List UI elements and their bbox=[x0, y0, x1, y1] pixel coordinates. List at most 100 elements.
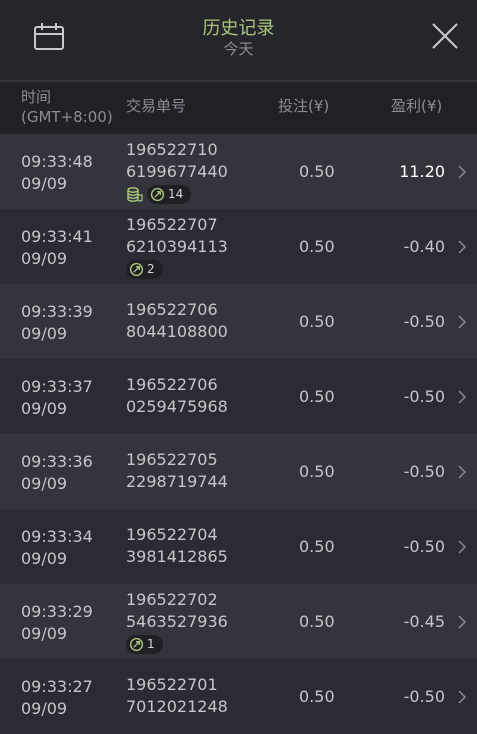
row-order-part1: 196522701 bbox=[126, 675, 218, 694]
row-time-cell: 09:33:27 09/09 bbox=[21, 676, 93, 720]
row-time: 09:33:34 bbox=[21, 527, 93, 546]
chevron-right-icon bbox=[458, 165, 467, 179]
row-order-part1: 196522707 bbox=[126, 215, 218, 234]
coin-stack-icon bbox=[127, 187, 143, 202]
row-time-cell: 09:33:48 09/09 bbox=[21, 151, 93, 195]
row-time: 09:33:37 bbox=[21, 377, 93, 396]
row-time: 09:33:27 bbox=[21, 677, 93, 696]
chevron-right-icon bbox=[458, 465, 467, 479]
row-order-part2: 2298719744 bbox=[126, 472, 228, 491]
badge-count: 14 bbox=[168, 187, 184, 201]
row-order-part1: 196522706 bbox=[126, 300, 218, 319]
spin-icon bbox=[150, 187, 165, 201]
row-order-cell: 196522701 7012021248 bbox=[126, 674, 228, 718]
history-row[interactable]: 09:33:27 09/09 196522701 7012021248 0.50… bbox=[0, 659, 477, 734]
row-time-cell: 09:33:29 09/09 bbox=[21, 601, 93, 645]
row-bet: 0.50 bbox=[299, 387, 335, 406]
row-time-cell: 09:33:36 09/09 bbox=[21, 451, 93, 495]
row-order-part1: 196522704 bbox=[126, 525, 218, 544]
column-profit: 盈利(¥) bbox=[391, 97, 443, 115]
row-date: 09/09 bbox=[21, 474, 68, 493]
row-badges: 2 bbox=[126, 259, 228, 279]
history-row[interactable]: 09:33:39 09/09 196522706 8044108800 0.50… bbox=[0, 284, 477, 359]
row-profit: -0.50 bbox=[403, 687, 445, 706]
row-badges: 1 bbox=[126, 634, 228, 654]
row-badges: 14 bbox=[126, 184, 228, 204]
row-order-cell: 196522704 3981412865 bbox=[126, 524, 228, 568]
row-order-cell: 196522707 6210394113 2 bbox=[126, 214, 228, 279]
row-time: 09:33:36 bbox=[21, 452, 93, 471]
badge-count: 1 bbox=[147, 637, 155, 651]
row-order-part1: 196522702 bbox=[126, 590, 218, 609]
row-order-part2: 7012021248 bbox=[126, 697, 228, 716]
row-bet: 0.50 bbox=[299, 462, 335, 481]
row-date: 09/09 bbox=[21, 174, 68, 193]
row-bet: 0.50 bbox=[299, 312, 335, 331]
history-row[interactable]: 09:33:41 09/09 196522707 6210394113 2 0.… bbox=[0, 209, 477, 284]
row-date: 09/09 bbox=[21, 399, 68, 418]
row-order-cell: 196522706 0259475968 bbox=[126, 374, 228, 418]
free-spin-badge: 2 bbox=[126, 259, 163, 279]
history-row[interactable]: 09:33:34 09/09 196522704 3981412865 0.50… bbox=[0, 509, 477, 584]
row-bet: 0.50 bbox=[299, 687, 335, 706]
row-time-cell: 09:33:37 09/09 bbox=[21, 376, 93, 420]
chevron-right-icon bbox=[458, 690, 467, 704]
row-time: 09:33:41 bbox=[21, 227, 93, 246]
free-spin-badge: 14 bbox=[147, 184, 192, 204]
row-order-part1: 196522710 bbox=[126, 140, 218, 159]
history-row[interactable]: 09:33:36 09/09 196522705 2298719744 0.50… bbox=[0, 434, 477, 509]
row-order-part2: 3981412865 bbox=[126, 547, 228, 566]
badge-count: 2 bbox=[147, 262, 155, 276]
row-time-cell: 09:33:39 09/09 bbox=[21, 301, 93, 345]
row-order-part1: 196522706 bbox=[126, 375, 218, 394]
row-date: 09/09 bbox=[21, 624, 68, 643]
row-order-part2: 5463527936 bbox=[126, 612, 228, 631]
row-order-cell: 196522705 2298719744 bbox=[126, 449, 228, 493]
row-order-part2: 6199677440 bbox=[126, 162, 228, 181]
history-row[interactable]: 09:33:48 09/09 196522710 6199677440 14 0… bbox=[0, 134, 477, 209]
row-date: 09/09 bbox=[21, 249, 68, 268]
row-order-part2: 6210394113 bbox=[126, 237, 228, 256]
close-icon bbox=[432, 23, 458, 49]
row-profit: -0.50 bbox=[403, 387, 445, 406]
spin-icon bbox=[129, 262, 144, 276]
chevron-right-icon bbox=[458, 615, 467, 629]
close-button[interactable] bbox=[427, 18, 463, 54]
column-bet: 投注(¥) bbox=[278, 97, 330, 115]
row-time-cell: 09:33:34 09/09 bbox=[21, 526, 93, 570]
chevron-right-icon bbox=[458, 240, 467, 254]
page-title: 历史记录 bbox=[202, 18, 275, 39]
history-row[interactable]: 09:33:37 09/09 196522706 0259475968 0.50… bbox=[0, 359, 477, 434]
column-header: 时间 (GMT+8:00) 交易单号 投注(¥) 盈利(¥) bbox=[0, 80, 477, 134]
column-time: 时间 (GMT+8:00) bbox=[21, 87, 113, 127]
row-profit: -0.40 bbox=[403, 237, 445, 256]
row-profit: -0.50 bbox=[403, 462, 445, 481]
column-order: 交易单号 bbox=[126, 97, 187, 115]
row-profit: -0.50 bbox=[403, 312, 445, 331]
column-timezone-label: (GMT+8:00) bbox=[21, 108, 113, 126]
history-row[interactable]: 09:33:29 09/09 196522702 5463527936 1 0.… bbox=[0, 584, 477, 659]
row-order-cell: 196522710 6199677440 14 bbox=[126, 139, 228, 204]
row-order-part2: 0259475968 bbox=[126, 397, 228, 416]
history-list: 09:33:48 09/09 196522710 6199677440 14 0… bbox=[0, 134, 477, 734]
row-profit: -0.45 bbox=[403, 612, 445, 631]
column-time-label: 时间 bbox=[21, 88, 52, 106]
chevron-right-icon bbox=[458, 315, 467, 329]
row-profit: 11.20 bbox=[399, 162, 445, 181]
row-bet: 0.50 bbox=[299, 237, 335, 256]
row-date: 09/09 bbox=[21, 324, 68, 343]
row-date: 09/09 bbox=[21, 549, 68, 568]
page-subtitle: 今天 bbox=[223, 40, 254, 58]
row-profit: -0.50 bbox=[403, 537, 445, 556]
header-bar: 历史记录 今天 bbox=[0, 0, 477, 80]
row-time: 09:33:48 bbox=[21, 152, 93, 171]
row-bet: 0.50 bbox=[299, 162, 335, 181]
row-order-cell: 196522702 5463527936 1 bbox=[126, 589, 228, 654]
row-order-part2: 8044108800 bbox=[126, 322, 228, 341]
row-time-cell: 09:33:41 09/09 bbox=[21, 226, 93, 270]
chevron-right-icon bbox=[458, 540, 467, 554]
free-spin-badge: 1 bbox=[126, 634, 163, 654]
row-time: 09:33:29 bbox=[21, 602, 93, 621]
spin-icon bbox=[129, 637, 144, 651]
row-order-cell: 196522706 8044108800 bbox=[126, 299, 228, 343]
